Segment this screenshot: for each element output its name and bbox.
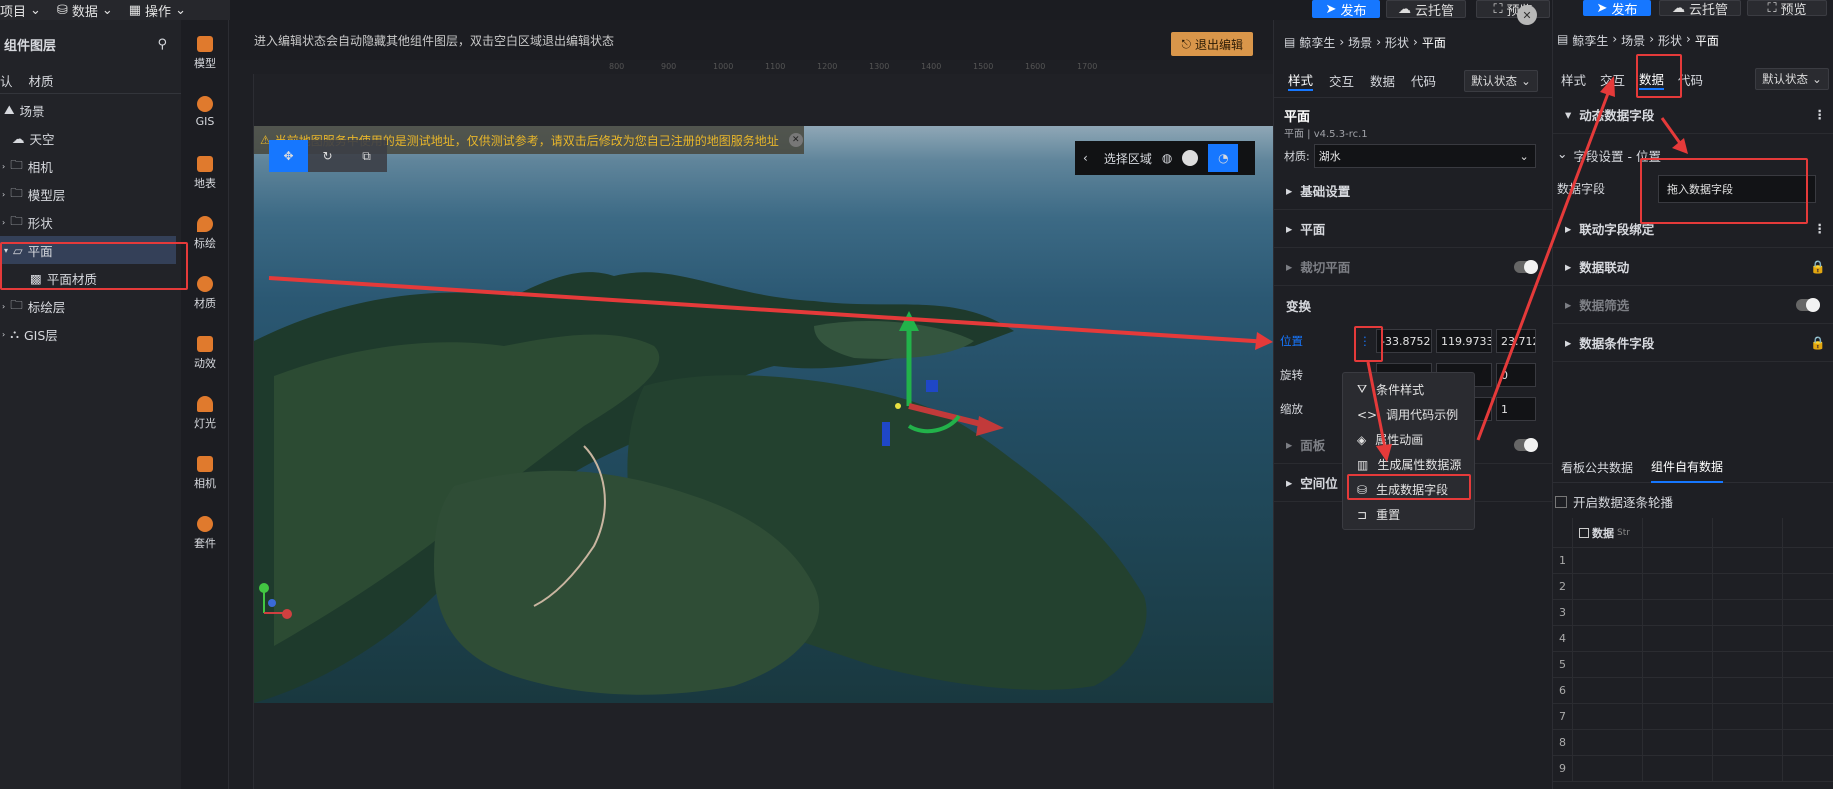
tree-item-plane[interactable]: ▾ ▱ 平面 bbox=[0, 236, 176, 264]
tab-default[interactable]: 认 bbox=[0, 71, 13, 90]
scene-icon: ⛰ bbox=[4, 102, 15, 117]
tree-item-plane-material[interactable]: ▩ 平面材质 bbox=[0, 264, 181, 292]
terrain-icon bbox=[197, 156, 213, 172]
annotation-arrows bbox=[1366, 76, 1688, 462]
tree-item-shape[interactable]: › 🗀 形状 bbox=[0, 208, 181, 236]
chevron-down-icon: ⌄ bbox=[175, 2, 186, 18]
iconbar-effect[interactable]: 动效 bbox=[181, 336, 229, 371]
plane-icon: ▱ bbox=[13, 242, 23, 258]
sky-icon: ☁ bbox=[12, 130, 25, 146]
component-icon-bar: 模型 GIS 地表 标绘 材质 动效 灯光 相机 套件 bbox=[181, 20, 229, 789]
tree-item-model-layer[interactable]: › 🗀 模型层 bbox=[0, 180, 181, 208]
light-icon bbox=[197, 396, 213, 412]
annotation-arrow bbox=[268, 276, 1273, 350]
kit-icon bbox=[197, 516, 213, 532]
menu-project[interactable]: 项目 ⌄ bbox=[0, 1, 41, 20]
tab-material[interactable]: 材质 bbox=[29, 71, 54, 90]
tree-item-plot-layer[interactable]: › 🗀 标绘层 bbox=[0, 292, 181, 320]
tree-item-gis-layer[interactable]: › ⛬ GIS层 bbox=[0, 320, 181, 348]
iconbar-camera[interactable]: 相机 bbox=[181, 456, 229, 491]
iconbar-light[interactable]: 灯光 bbox=[181, 396, 229, 431]
top-menu-bar: 项目 ⌄ ⛁ 数据 ⌄ ▦ 操作 ⌄ bbox=[0, 0, 230, 20]
folder-icon: 🗀 bbox=[10, 212, 23, 228]
model-icon bbox=[197, 36, 213, 52]
tree-item-camera[interactable]: › 🗀 相机 bbox=[0, 152, 181, 180]
iconbar-model[interactable]: 模型 bbox=[181, 36, 229, 71]
search-icon[interactable]: ⚲ bbox=[157, 37, 167, 52]
menu-operate[interactable]: ▦ 操作 ⌄ bbox=[129, 1, 186, 20]
chevron-down-icon: ⌄ bbox=[30, 2, 41, 18]
iconbar-material[interactable]: 材质 bbox=[181, 276, 229, 311]
menu-data[interactable]: ⛁ 数据 ⌄ bbox=[57, 1, 113, 20]
gis-icon bbox=[197, 96, 213, 112]
chevron-down-icon: ⌄ bbox=[101, 2, 113, 18]
folder-icon: 🗀 bbox=[10, 296, 23, 312]
editor-canvas[interactable]: 进入编辑状态会自动隐藏其他组件图层，双击空白区域退出编辑状态 ⎋ 退出编辑 800… bbox=[229, 20, 1273, 789]
iconbar-terrain[interactable]: 地表 bbox=[181, 156, 229, 191]
iconbar-gis[interactable]: GIS bbox=[181, 96, 229, 128]
iconbar-plot[interactable]: 标绘 bbox=[181, 216, 229, 251]
folder-icon: 🗀 bbox=[10, 156, 23, 172]
pin-icon bbox=[197, 216, 213, 232]
effect-icon bbox=[197, 336, 213, 352]
tree-item-scene[interactable]: ⛰ 场景 bbox=[0, 96, 181, 124]
layer-panel: 组件图层 ⚲ 认 材质 ⛰ 场景 ☁ 天空 › 🗀 相机 › 🗀 模型层 › 🗀 形状 ▾ ▱ 平面… bbox=[0, 20, 181, 789]
camera-icon bbox=[197, 456, 213, 472]
gis-icon: ⛬ bbox=[10, 326, 19, 341]
folder-icon: 🗀 bbox=[10, 184, 23, 200]
iconbar-kit[interactable]: 套件 bbox=[181, 516, 229, 551]
database-icon: ⛁ bbox=[56, 2, 68, 18]
material-icon: ▩ bbox=[30, 270, 42, 286]
layer-panel-title: 组件图层 bbox=[4, 38, 57, 54]
material-icon bbox=[197, 276, 213, 292]
tree-item-sky[interactable]: ☁ 天空 bbox=[0, 124, 181, 152]
grid-icon: ▦ bbox=[128, 2, 142, 18]
